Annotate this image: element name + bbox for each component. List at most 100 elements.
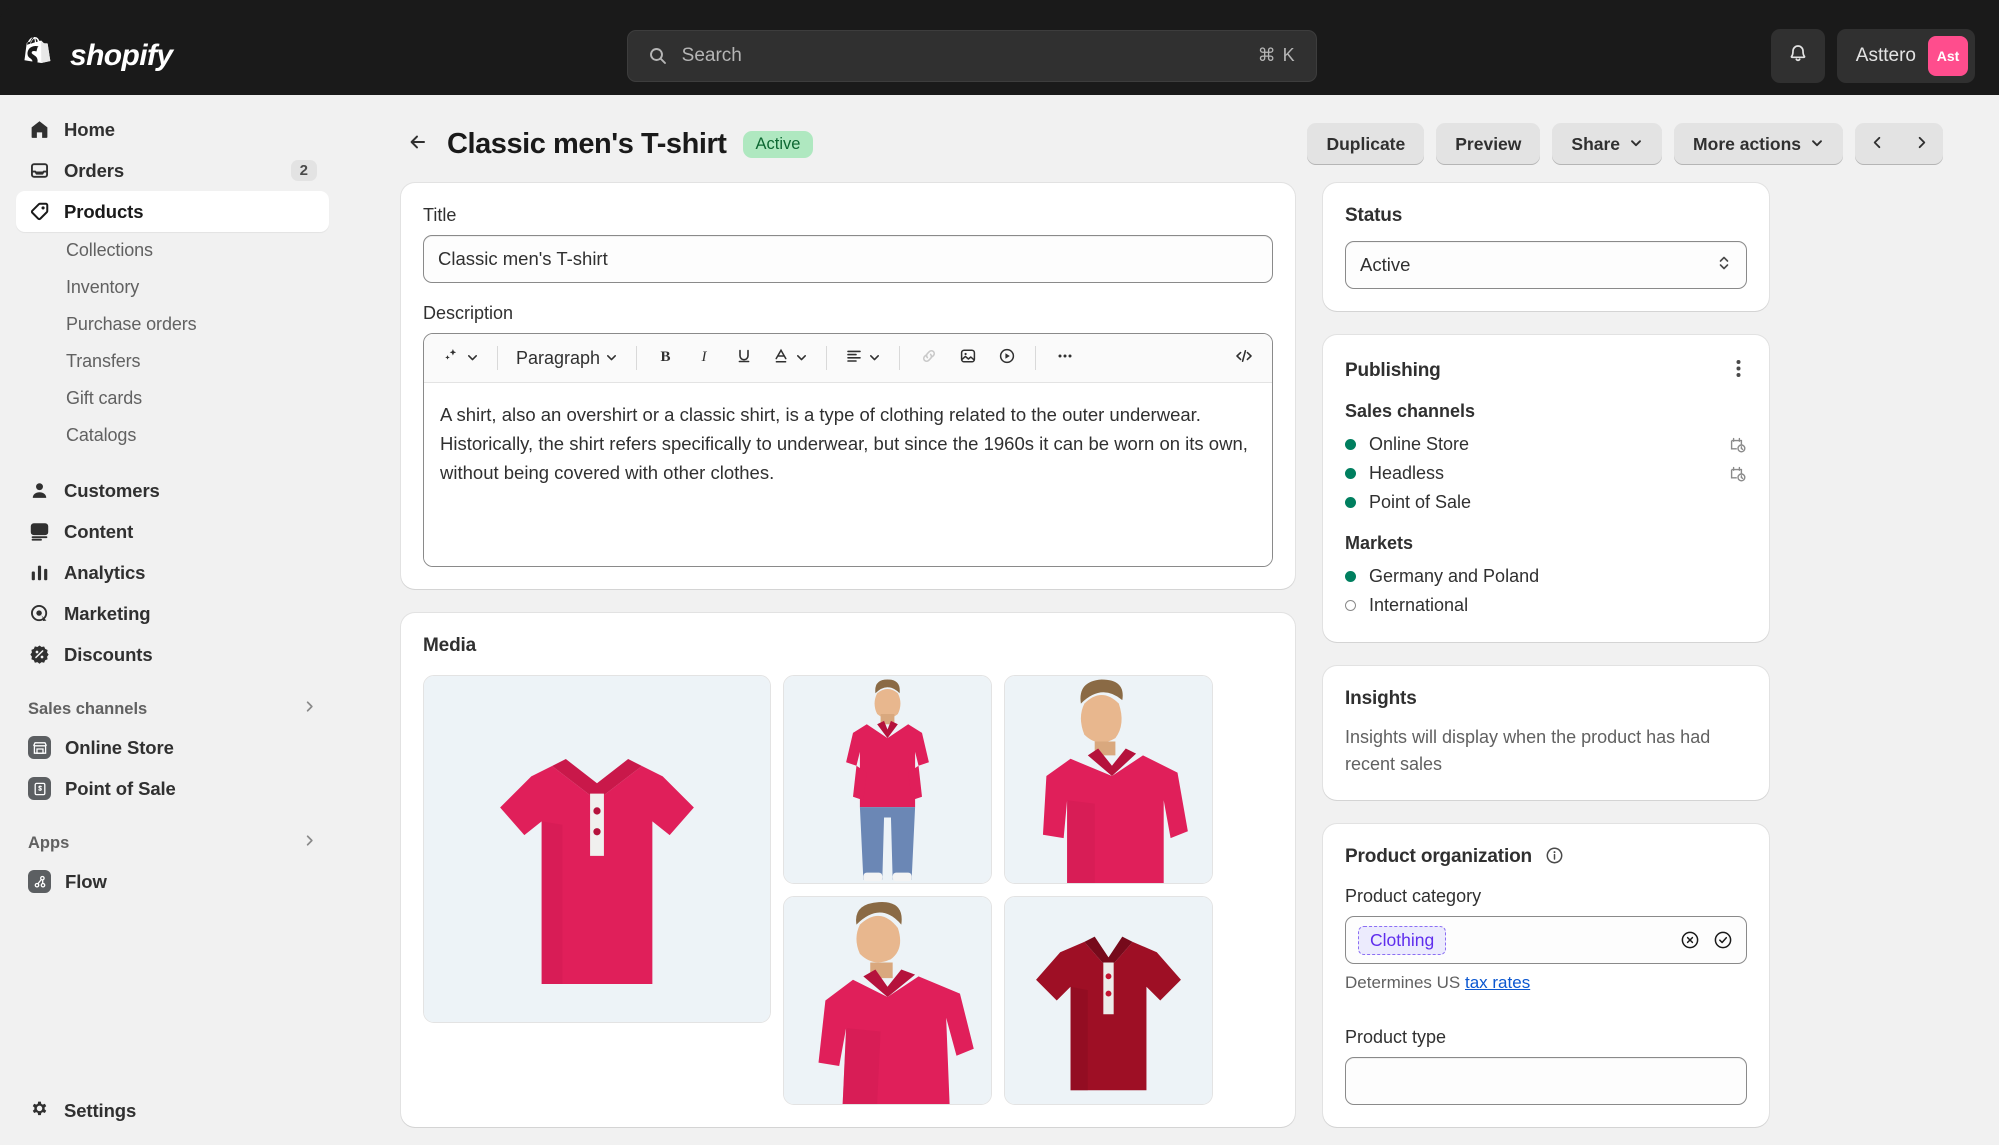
align-button[interactable]	[838, 341, 888, 376]
sidebar-item-online-store[interactable]: Online Store	[16, 727, 329, 768]
sidebar-label: Transfers	[66, 351, 141, 371]
sidebar-label: Discounts	[64, 643, 153, 665]
sidebar-label: Point of Sale	[65, 777, 176, 799]
code-view-button[interactable]	[1226, 341, 1261, 376]
sidebar-item-marketing[interactable]: Marketing	[16, 593, 329, 634]
sales-channel-row[interactable]: Online Store	[1345, 430, 1747, 459]
back-button[interactable]	[401, 127, 435, 161]
more-options-button[interactable]	[1047, 341, 1082, 376]
status-select[interactable]: Active	[1345, 241, 1747, 289]
previous-product-button[interactable]	[1855, 123, 1899, 165]
block-format-select[interactable]: Paragraph	[509, 341, 625, 376]
text-color-button[interactable]	[765, 341, 815, 376]
preview-button[interactable]: Preview	[1436, 123, 1541, 165]
sidebar-item-products[interactable]: Products	[16, 191, 329, 232]
underline-button[interactable]	[726, 341, 761, 376]
media-grid	[423, 675, 1273, 1105]
sales-channel-row[interactable]: Point of Sale	[1345, 488, 1747, 517]
description-body[interactable]: A shirt, also an overshirt or a classic …	[424, 383, 1272, 566]
product-type-input[interactable]	[1345, 1057, 1747, 1105]
status-dot-published	[1345, 439, 1356, 450]
content-icon	[28, 521, 50, 543]
sidebar-item-flow[interactable]: Flow	[16, 861, 329, 902]
check-circle-icon[interactable]	[1712, 929, 1734, 951]
model-front-full-photo	[784, 676, 991, 883]
status-badge: Active	[742, 130, 814, 158]
sidebar-item-inventory[interactable]: Inventory	[16, 269, 329, 306]
clear-circle-icon[interactable]	[1679, 929, 1701, 951]
sidebar-item-analytics[interactable]: Analytics	[16, 552, 329, 593]
product-details-card: Title Description	[401, 183, 1295, 589]
next-product-button[interactable]	[1899, 123, 1943, 165]
sidebar-item-home[interactable]: Home	[16, 109, 329, 150]
page-header: Classic men's T-shirt Active Duplicate P…	[401, 105, 1943, 183]
header-actions: Duplicate Preview Share More actions	[1307, 123, 1943, 165]
market-row[interactable]: International	[1345, 591, 1747, 620]
status-dot-published	[1345, 571, 1356, 582]
duplicate-button[interactable]: Duplicate	[1307, 123, 1425, 165]
share-button[interactable]: Share	[1552, 123, 1663, 165]
notifications-button[interactable]	[1770, 28, 1825, 83]
link-button[interactable]	[911, 341, 946, 376]
kebab-menu-icon[interactable]	[1730, 357, 1747, 385]
description-editor: Paragraph B I A shirt, also an overshirt…	[423, 333, 1273, 567]
sidebar-item-discounts[interactable]: Discounts	[16, 634, 329, 675]
divider	[16, 454, 329, 470]
sidebar-item-gift-cards[interactable]: Gift cards	[16, 380, 329, 417]
status-dot-unpublished	[1345, 600, 1356, 611]
group-title: Sales channels	[28, 699, 148, 718]
media-item-thumb[interactable]	[783, 896, 992, 1105]
schedule-icon[interactable]	[1729, 436, 1747, 454]
media-item-thumb[interactable]	[783, 675, 992, 884]
media-item-thumb[interactable]	[1004, 896, 1213, 1105]
sidebar-group-apps[interactable]: Apps	[16, 825, 329, 861]
sidebar-label: Content	[64, 520, 134, 542]
title-input[interactable]	[423, 235, 1273, 283]
avatar: Ast	[1928, 35, 1968, 76]
category-tag[interactable]: Clothing	[1358, 925, 1447, 955]
sidebar-item-catalogs[interactable]: Catalogs	[16, 417, 329, 454]
search-input[interactable]: Search ⌘ K	[626, 29, 1317, 82]
search-placeholder: Search	[681, 44, 742, 66]
chevron-down-icon	[868, 348, 881, 369]
product-category-label: Product category	[1345, 886, 1482, 906]
tax-rates-link[interactable]: tax rates	[1465, 973, 1530, 992]
channel-label: Headless	[1369, 463, 1445, 483]
schedule-icon[interactable]	[1729, 465, 1747, 483]
sidebar-item-customers[interactable]: Customers	[16, 470, 329, 511]
media-item-thumb[interactable]	[1004, 675, 1213, 884]
sidebar-item-content[interactable]: Content	[16, 511, 329, 552]
user-menu-button[interactable]: Asttero Ast	[1836, 28, 1975, 83]
sidebar-item-collections[interactable]: Collections	[16, 232, 329, 269]
sidebar-item-purchase-orders[interactable]: Purchase orders	[16, 306, 329, 343]
chevron-down-icon	[1810, 134, 1824, 155]
sales-channel-row[interactable]: Headless	[1345, 459, 1747, 488]
info-icon[interactable]	[1545, 846, 1564, 865]
media-item-main[interactable]	[423, 675, 771, 1023]
insert-video-button[interactable]	[989, 341, 1024, 376]
italic-icon: I	[696, 347, 714, 370]
ai-sparkle-button[interactable]	[435, 341, 486, 376]
sidebar-item-orders[interactable]: Orders 2	[16, 150, 329, 191]
product-category-input[interactable]: Clothing	[1345, 916, 1747, 964]
status-card-title: Status	[1345, 205, 1403, 226]
shopify-logo[interactable]: shopify	[0, 36, 173, 75]
marketing-icon	[28, 603, 50, 625]
more-actions-button[interactable]: More actions	[1674, 123, 1843, 165]
sidebar-item-point-of-sale[interactable]: Point of Sale	[16, 768, 329, 809]
person-icon	[28, 480, 50, 502]
status-card: Status Active	[1323, 183, 1769, 311]
gear-icon	[28, 1100, 50, 1122]
markets-title: Markets	[1345, 533, 1414, 553]
sidebar-item-transfers[interactable]: Transfers	[16, 343, 329, 380]
analytics-icon	[28, 562, 50, 584]
share-label: Share	[1571, 133, 1621, 154]
insert-image-button[interactable]	[950, 341, 985, 376]
sidebar-label: Gift cards	[66, 388, 143, 408]
sidebar-group-sales-channels[interactable]: Sales channels	[16, 691, 329, 727]
chevron-down-icon	[1629, 134, 1643, 155]
market-row[interactable]: Germany and Poland	[1345, 562, 1747, 591]
bold-button[interactable]: B	[648, 341, 683, 376]
sidebar-item-settings[interactable]: Settings	[16, 1090, 329, 1131]
italic-button[interactable]: I	[687, 341, 722, 376]
